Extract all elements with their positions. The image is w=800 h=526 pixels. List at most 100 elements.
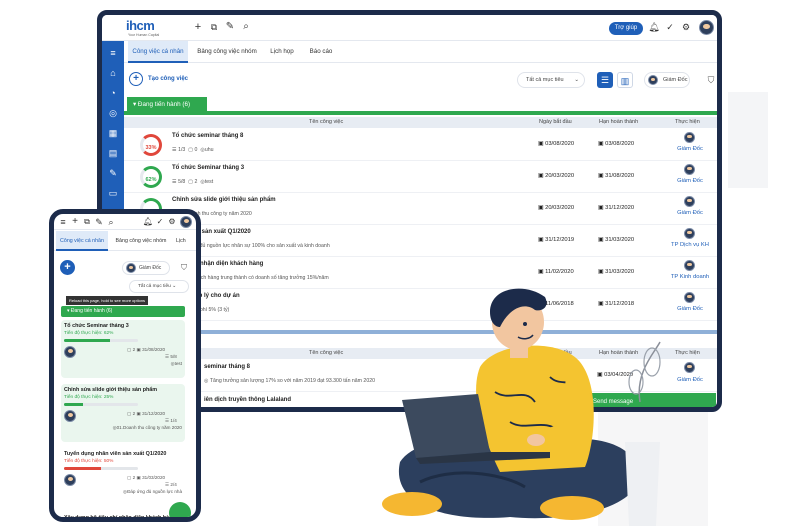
tab-team[interactable]: Bảng công việc nhóm <box>194 41 260 63</box>
group-label: Đang tiến hành (6) <box>137 101 191 108</box>
start-date-text: 03/08/2020 <box>545 141 575 147</box>
list-view-icon[interactable]: ☰ <box>597 72 613 88</box>
tab-personal[interactable]: Công việc cá nhân <box>128 41 188 63</box>
avatar <box>684 164 695 175</box>
tab-reports[interactable]: Báo cáo <box>304 41 338 63</box>
tab-meetings[interactable]: Lịch họp <box>264 41 300 63</box>
progress-fill <box>64 403 83 406</box>
task-card[interactable]: Xây dựng bộ tiêu chí nhận diện khách hàn… <box>61 512 185 521</box>
bell-icon[interactable]: 🔔︎ <box>142 216 154 228</box>
tab-personal[interactable]: Công việc cá nhân <box>56 231 108 251</box>
end-date-text: 31/03/2020 <box>605 237 635 243</box>
org-chart-icon[interactable]: ⧉ <box>208 21 220 33</box>
goal-filter-select[interactable]: Tất cả mục tiêu ⌄ <box>129 280 189 293</box>
chat-bubble-icon[interactable] <box>169 502 191 517</box>
home-icon[interactable]: ⌂ <box>107 67 119 79</box>
task-card[interactable]: Chỉnh sửa slide giới thiệu sản phẩm Tiến … <box>61 384 185 442</box>
start-date: ▣ 03/08/2020 <box>538 141 575 147</box>
toolbar: + Tạo công việc Tất cả mục tiêu ⌄ ☰ ▥ Giá… <box>124 63 717 95</box>
table-row[interactable]: 62% Tổ chức Seminar tháng 3 ☰ 5/8 ▢ 2 ◎tes… <box>124 161 717 193</box>
check-circle-icon[interactable]: ✓ <box>664 21 676 33</box>
table-row[interactable]: 33% Tổ chức seminar tháng 8 ☰ 1/3 ▢ 0 ◎uhu… <box>124 129 717 161</box>
comment-count: 2 <box>132 347 136 352</box>
group-header[interactable]: ▾ Đang tiến hành (6) <box>61 306 185 317</box>
task-meta: ▢ 2 ▣ 31/03/2020 <box>127 475 166 480</box>
add-icon[interactable]: + <box>192 21 204 33</box>
calendar-icon[interactable]: ▦ <box>107 127 119 139</box>
user-select[interactable]: Giám Đốc <box>644 72 690 88</box>
assignee[interactable]: Giám Đốc <box>664 146 716 152</box>
assignee[interactable]: Giám Đốc <box>664 210 716 216</box>
pen-icon[interactable]: ✎ <box>93 216 105 228</box>
progress-value: 62% <box>145 177 157 183</box>
assignee[interactable]: Giám Đốc <box>664 306 716 312</box>
create-task-button[interactable]: Tạo công việc <box>148 76 188 82</box>
end-date-text: 03/08/2020 <box>605 141 635 147</box>
task-goal-text: 01.Doanh thu công ty năm 2020 <box>116 425 182 430</box>
subtask-count: 2/4 <box>170 482 177 487</box>
goal-filter-select[interactable]: Tất cả mục tiêu ⌄ <box>517 72 585 88</box>
comment-count: 0 <box>194 147 198 153</box>
settings-icon[interactable]: ⚙ <box>166 216 178 228</box>
folder-icon[interactable]: ▭ <box>107 187 119 199</box>
chevron-down-icon: ⌄ <box>172 284 177 289</box>
filter-icon[interactable]: ⛉ <box>703 72 717 88</box>
assignee[interactable]: Giám Đốc <box>670 377 710 383</box>
add-icon[interactable]: + <box>69 216 81 228</box>
search-icon[interactable]: ⌕ <box>240 21 252 33</box>
assignee[interactable]: TP Kinh doanh <box>664 274 716 280</box>
avatar <box>684 132 695 143</box>
check-circle-icon[interactable]: ✓ <box>154 216 166 228</box>
avatar <box>684 362 695 373</box>
bell-icon[interactable]: 🔔︎ <box>648 21 660 33</box>
create-task-icon[interactable]: + <box>60 260 75 275</box>
background-decoration <box>728 92 768 188</box>
brand-logo: ihcm <box>126 18 155 33</box>
help-button[interactable]: Trợ giúp <box>609 22 643 35</box>
task-card[interactable]: Tổ chức Seminar tháng 3 Tiến độ thực hiện… <box>61 320 185 378</box>
search-icon[interactable]: ⌕ <box>105 216 117 228</box>
assignee[interactable]: Giám Đốc <box>664 178 716 184</box>
task-title: Xây dựng bộ tiêu chí nhận diện khách hàn… <box>64 515 176 521</box>
progress-ring: 33% <box>140 134 162 156</box>
progress-bar <box>64 467 138 470</box>
pen-icon[interactable]: ✎ <box>224 21 236 33</box>
table-row[interactable]: nhân viên sản xuất Q1/2020◎ Đáp ứng đủ n… <box>124 225 717 257</box>
task-goal: ◎ Tăng trưởng sản lượng 17% so với năm 2… <box>204 378 375 384</box>
col-start: Ngày bắt đầu <box>539 119 572 125</box>
end-date-text: 31/12/2020 <box>605 205 635 211</box>
subtask-meta: ☰ 1/4 <box>165 418 177 423</box>
org-chart-icon[interactable]: ⧉ <box>81 216 93 228</box>
menu-icon[interactable]: ≡ <box>107 47 119 59</box>
group-header[interactable]: ▾ Đang tiến hành (6) <box>127 97 207 112</box>
tab-team[interactable]: Bảng công việc nhóm <box>112 231 170 251</box>
person-illustration <box>382 288 661 526</box>
brand-tagline: Your Human Capital <box>128 33 160 37</box>
tab-meetings[interactable]: Lịch <box>176 231 196 251</box>
menu-icon[interactable]: ≡ <box>57 216 69 228</box>
comment-count: 2 <box>194 179 198 185</box>
end-date: ▣ 31/03/2020 <box>598 237 635 243</box>
task-goal-text: test <box>204 179 214 185</box>
target-icon[interactable]: ◎ <box>107 107 119 119</box>
chart-icon[interactable]: ◔ <box>107 87 119 99</box>
start-date-text: 31/12/2019 <box>545 237 575 243</box>
task-card[interactable]: Tuyển dụng nhân viên sản xuất Q1/2020 Tiế… <box>61 448 185 506</box>
clipboard-icon[interactable]: ▤ <box>107 147 119 159</box>
progress-text: Tiến độ thực hiện: 62% <box>64 331 114 336</box>
assignee[interactable]: TP Dịch vụ KH <box>664 242 716 248</box>
avatar[interactable] <box>699 20 714 35</box>
settings-icon[interactable]: ⚙ <box>680 21 692 33</box>
board-view-icon[interactable]: ▥ <box>617 72 633 88</box>
create-task-icon[interactable]: + <box>129 72 143 86</box>
avatar[interactable] <box>180 216 192 228</box>
right-shoe <box>540 496 604 520</box>
end-date: ▣ 31/12/2020 <box>598 205 635 211</box>
group-bar <box>124 111 717 115</box>
user-select[interactable]: Giám Đốc <box>122 261 170 275</box>
filter-icon[interactable]: ⛉ <box>176 260 192 276</box>
end-date-text: 31/08/2020 <box>605 173 635 179</box>
comment-count: 2 <box>132 411 136 416</box>
table-row[interactable]: Chỉnh sửa slide giới thiệu sản phẩm◎ 01.… <box>124 193 717 225</box>
edit-icon[interactable]: ✎ <box>107 167 119 179</box>
